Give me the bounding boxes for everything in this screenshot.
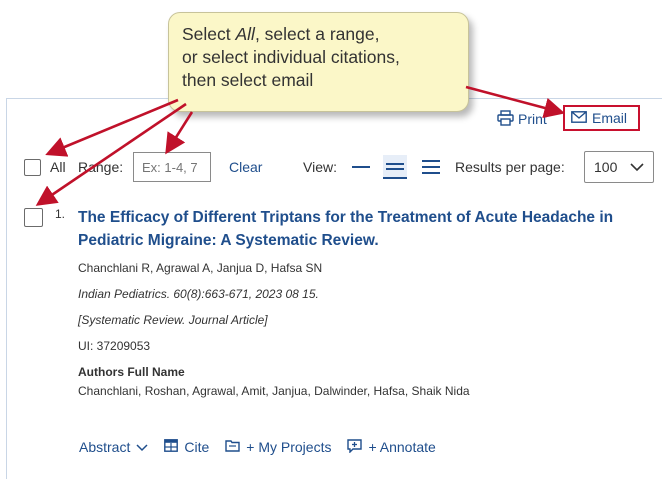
cite-button[interactable]: Cite — [164, 439, 209, 455]
chevron-down-icon — [136, 439, 148, 455]
abstract-toggle[interactable]: Abstract — [79, 439, 148, 455]
result-authors: Chanchlani R, Agrawal A, Janjua D, Hafsa… — [78, 261, 323, 275]
result-source: Indian Pediatrics. 60(8):663-671, 2023 0… — [78, 287, 319, 301]
annotate-button[interactable]: + Annotate — [347, 438, 436, 456]
printer-icon — [497, 109, 514, 129]
range-input[interactable] — [133, 152, 211, 182]
select-all-label: All — [50, 159, 66, 175]
my-projects-label: + My Projects — [246, 439, 332, 455]
view-label: View: — [303, 159, 337, 175]
clear-link[interactable]: Clear — [229, 159, 262, 175]
result-title-link[interactable]: The Efficacy of Different Triptans for t… — [78, 206, 662, 252]
result-number: 1. — [55, 207, 66, 221]
table-icon — [164, 439, 179, 455]
email-button[interactable]: Email — [563, 105, 640, 131]
authors-full-name: Chanchlani, Roshan, Agrawal, Amit, Janju… — [78, 384, 470, 398]
results-per-page-label: Results per page: — [455, 159, 565, 175]
results-per-page-value: 100 — [594, 159, 618, 175]
annotate-label: + Annotate — [368, 439, 436, 455]
folder-icon — [225, 439, 240, 455]
callout-line-3: then select email — [182, 70, 314, 90]
instruction-callout: Select All, select a range, or select in… — [168, 12, 469, 112]
citation-checkbox[interactable] — [24, 208, 43, 227]
email-label: Email — [592, 110, 628, 126]
print-label: Print — [518, 111, 547, 127]
view-expanded-icon[interactable] — [419, 155, 443, 179]
cite-label: Cite — [184, 439, 210, 455]
result-ui: UI: 37209053 — [78, 339, 151, 353]
result-actions: Abstract Cite + My Projects + Annotate — [79, 437, 452, 457]
callout-line-1: Select All, select a range, — [182, 24, 380, 44]
authors-full-name-heading: Authors Full Name — [78, 365, 185, 379]
annotate-icon — [347, 438, 363, 456]
range-label: Range: — [78, 159, 124, 175]
print-link[interactable]: Print — [497, 109, 547, 129]
select-all-checkbox[interactable] — [24, 159, 41, 176]
view-standard-icon[interactable] — [383, 155, 407, 179]
envelope-icon — [571, 110, 587, 126]
chevron-down-icon — [630, 159, 644, 175]
callout-line-2: or select individual citations, — [182, 47, 400, 67]
results-per-page-select[interactable]: 100 — [584, 151, 654, 183]
view-compact-icon[interactable] — [349, 155, 373, 179]
abstract-label: Abstract — [79, 439, 131, 455]
my-projects-button[interactable]: + My Projects — [225, 439, 331, 455]
result-publication-type: [Systematic Review. Journal Article] — [78, 313, 268, 327]
